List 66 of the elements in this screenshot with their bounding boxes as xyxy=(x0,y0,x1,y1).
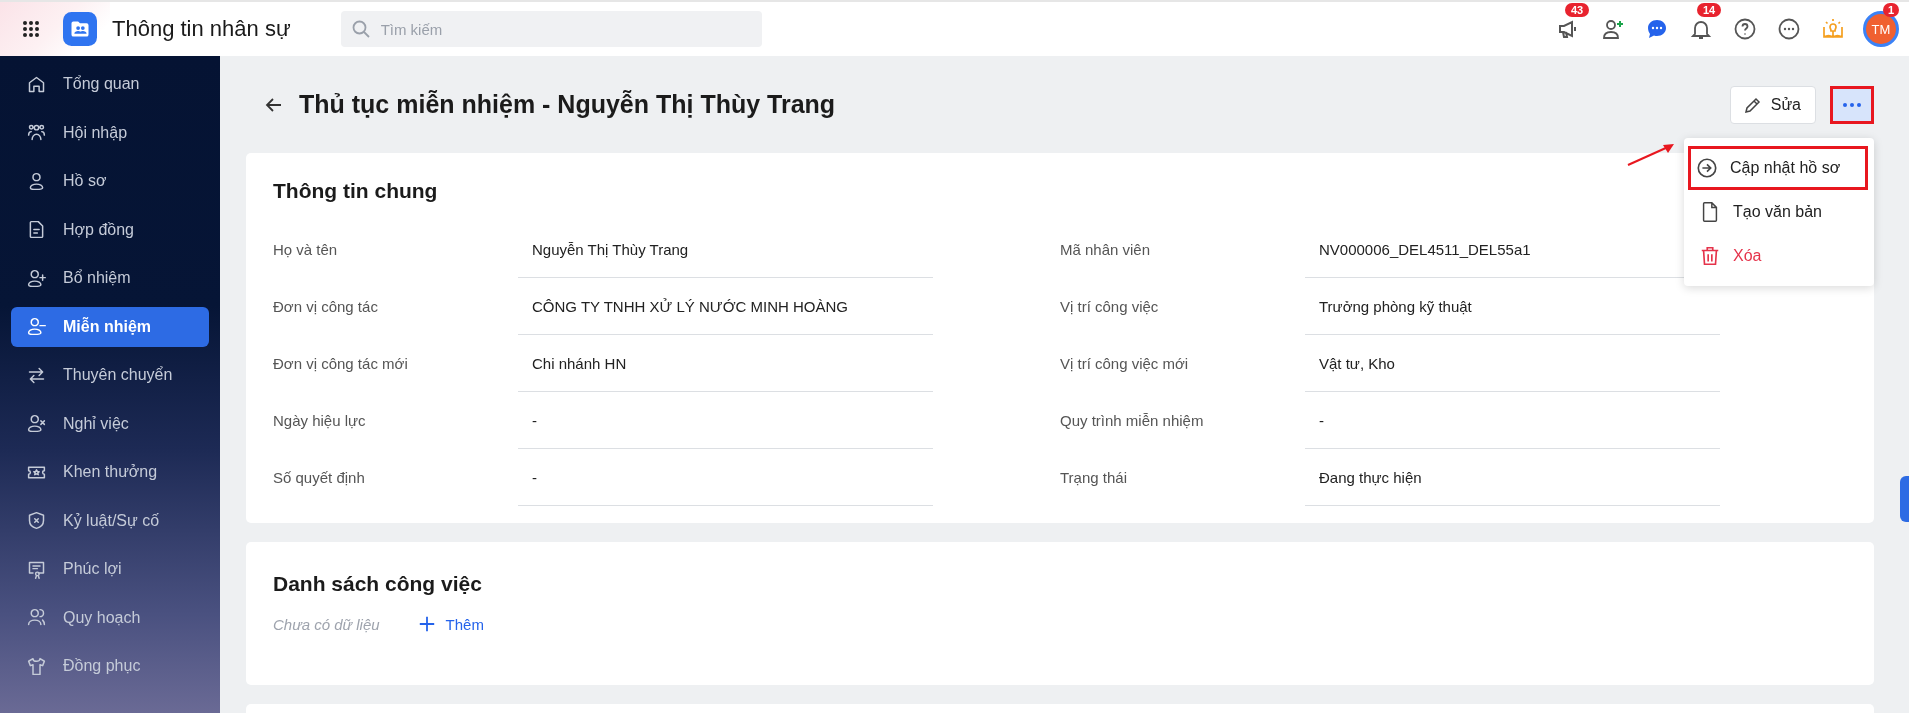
field-label: Số quyết định xyxy=(273,469,366,486)
sidebar-item[interactable]: Tổng quan xyxy=(11,64,209,104)
add-button[interactable]: Thêm xyxy=(411,614,490,634)
shield-icon xyxy=(26,510,47,531)
sidebar-item[interactable]: Hội nhập xyxy=(11,112,209,153)
edit-button[interactable]: Sửa xyxy=(1729,85,1816,124)
empty-text: Chưa có dữ liệu xyxy=(273,615,380,633)
side-panel-handle[interactable] xyxy=(1900,476,1909,522)
add-user-icon[interactable] xyxy=(1601,17,1625,41)
field-value: CÔNG TY TNHH XỬ LÝ NƯỚC MINH HOÀNG xyxy=(518,278,933,335)
annotation-arrow xyxy=(1626,141,1676,167)
more-icon[interactable] xyxy=(1777,17,1801,41)
notification-badge: 1 xyxy=(1883,3,1900,17)
group-icon xyxy=(26,122,47,143)
shirt-icon xyxy=(26,655,47,677)
field-label: Mã nhân viên xyxy=(1060,241,1152,258)
notification-badge: 14 xyxy=(1697,3,1722,17)
user-minus-icon xyxy=(26,316,47,337)
sidebar-item[interactable]: Đồng phục xyxy=(11,646,209,686)
field-value: Vật tư, Kho xyxy=(1305,335,1720,392)
field-label: Ngày hiệu lực xyxy=(273,412,367,429)
user-plus-icon xyxy=(26,267,47,289)
field-value: Nguyễn Thị Thùy Trang xyxy=(518,221,933,278)
sidebar-item[interactable]: Thuyên chuyển xyxy=(11,355,209,395)
plus-icon xyxy=(417,615,436,633)
field-label: Họ và tên xyxy=(273,241,339,258)
more-button[interactable] xyxy=(1830,85,1874,124)
sidebar-item[interactable]: Hợp đồng xyxy=(11,209,209,250)
section-title: Thông tin chung xyxy=(273,179,439,203)
sidebar-item[interactable]: Hồ sơ xyxy=(11,161,209,201)
app-title: Thông tin nhân sự xyxy=(112,16,291,42)
field-value: Đang thực hiện xyxy=(1305,449,1720,506)
sidebar-item[interactable]: Quy hoạch xyxy=(11,597,209,638)
sidebar-item[interactable]: Phúc lợi xyxy=(11,549,209,589)
app-grid-icon[interactable] xyxy=(22,20,40,38)
help-icon[interactable] xyxy=(1733,17,1757,41)
field-label: Đơn vị công tác xyxy=(273,298,379,315)
more-icon xyxy=(1843,102,1861,107)
menu-item[interactable]: Cập nhật hồ sơ xyxy=(1688,146,1868,190)
app-logo-icon xyxy=(63,12,97,46)
users-icon xyxy=(26,607,47,628)
section-title: Danh sách công việc xyxy=(273,572,483,596)
field-value: - xyxy=(518,392,933,449)
sidebar-item[interactable]: Nghỉ việc xyxy=(11,403,209,444)
field-label: Đơn vị công tác mới xyxy=(273,355,409,372)
field-label: Quy trình miễn nhiệm xyxy=(1060,412,1205,429)
field-label: Trạng thái xyxy=(1060,469,1128,486)
field-value: Trưởng phòng kỹ thuật xyxy=(1305,278,1720,335)
trash-icon xyxy=(1699,245,1721,267)
field-value: - xyxy=(1305,392,1720,449)
field-value: - xyxy=(518,449,933,506)
sidebar-item[interactable]: Khen thưởng xyxy=(11,452,209,492)
field-value: Chi nhánh HN xyxy=(518,335,933,392)
chat-icon[interactable] xyxy=(1645,17,1669,41)
notification-badge: 43 xyxy=(1565,3,1590,17)
field-value: NV000006_DEL4511_DEL55a1 xyxy=(1305,221,1720,278)
arrow-circle-icon xyxy=(1696,157,1718,179)
page-title: Thủ tục miễn nhiệm - Nguyễn Thị Thùy Trang xyxy=(299,90,836,119)
search-icon xyxy=(350,19,371,39)
user-x-icon xyxy=(26,413,47,434)
sidebar-item[interactable]: Bổ nhiệm xyxy=(11,258,209,298)
field-label: Vị trí công việc mới xyxy=(1060,355,1190,372)
field-label: Vị trí công việc xyxy=(1060,298,1160,315)
sidebar-item[interactable]: Miễn nhiệm xyxy=(11,306,209,347)
search-field[interactable]: Tìm kiếm xyxy=(340,11,762,47)
sidebar-item[interactable]: Kỷ luật/Sự cố xyxy=(11,500,209,541)
